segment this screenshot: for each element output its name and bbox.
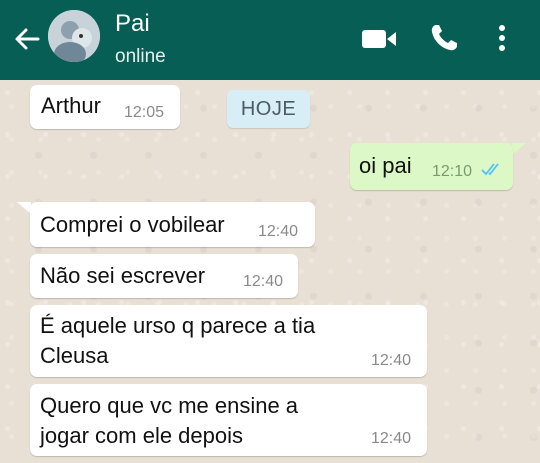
message-bubble-incoming[interactable]: Comprei o vobilear 12:40	[30, 202, 315, 247]
message-bubble-incoming[interactable]: Quero que vc me ensine a jogar com ele d…	[30, 384, 427, 456]
avatar[interactable]	[48, 10, 100, 62]
message-text: É aquele urso q parece a tia Cleusa	[40, 313, 316, 368]
bubble-tail	[17, 202, 31, 214]
message-text: Arthur	[41, 93, 101, 118]
message-bubble-incoming[interactable]: Não sei escrever 12:40	[30, 254, 298, 298]
video-call-icon[interactable]	[360, 26, 398, 52]
message-time: 12:40	[243, 273, 284, 290]
contact-name[interactable]: Pai	[115, 10, 150, 38]
message-text: Não sei escrever	[40, 263, 206, 288]
message-time: 12:10	[432, 163, 473, 180]
message-time: 12:40	[371, 430, 412, 447]
more-options-icon[interactable]	[496, 22, 508, 54]
message-text: Comprei o vobilear	[40, 212, 225, 237]
message-text: oi pai	[359, 153, 412, 178]
phone-icon[interactable]	[428, 22, 460, 54]
message-text: Quero que vc me ensine a jogar com ele d…	[40, 393, 299, 448]
bubble-tail	[512, 143, 526, 155]
date-separator: HOJE	[227, 90, 310, 128]
message-bubble-incoming[interactable]: É aquele urso q parece a tia Cleusa 12:4…	[30, 305, 427, 377]
back-arrow-icon[interactable]	[12, 24, 42, 54]
chat-header: Pai online	[0, 0, 540, 80]
message-time: 12:40	[371, 352, 412, 369]
message-bubble-incoming[interactable]: Arthur 12:05	[30, 85, 180, 129]
contact-status: online	[115, 46, 166, 67]
message-time: 12:40	[258, 223, 299, 240]
message-bubble-outgoing[interactable]: oi pai 12:10	[350, 143, 513, 190]
double-check-icon	[481, 163, 499, 176]
message-time: 12:05	[124, 104, 165, 121]
avatar-image	[48, 10, 100, 62]
